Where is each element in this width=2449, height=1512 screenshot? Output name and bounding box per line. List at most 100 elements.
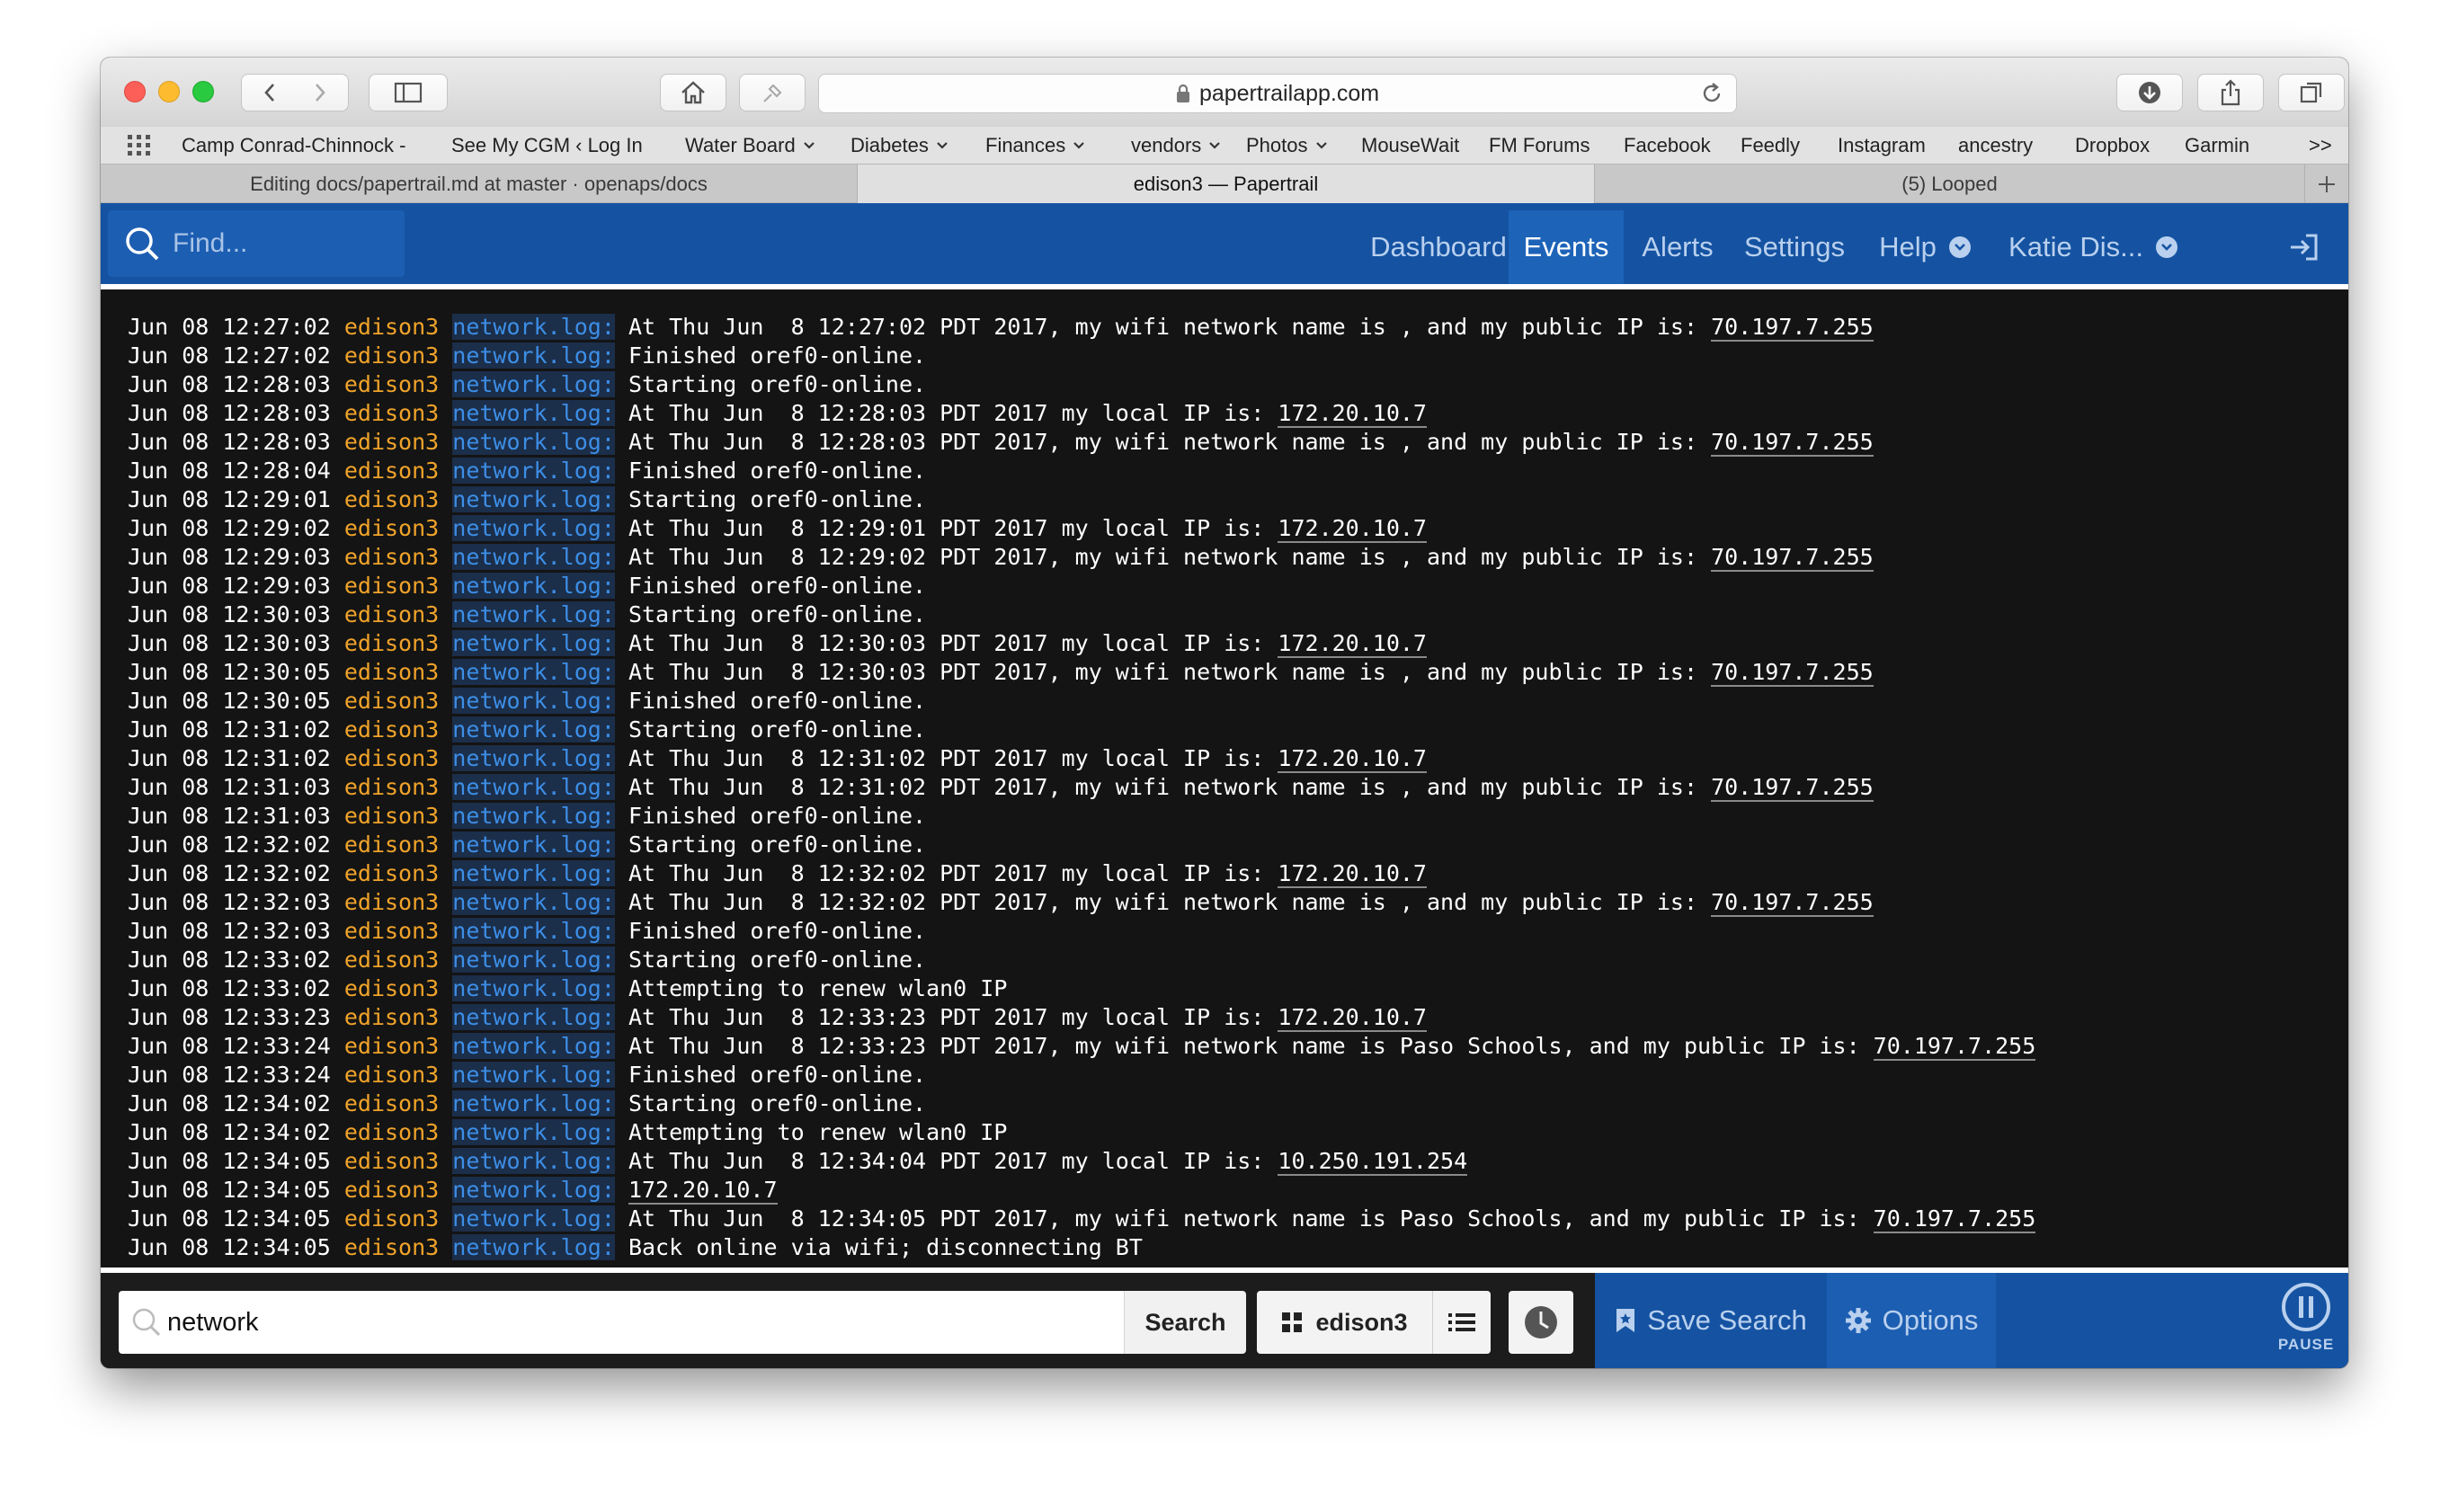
bookmark-folder[interactable]: Water Board: [685, 134, 815, 157]
bookmark-item[interactable]: Dropbox: [2075, 134, 2150, 157]
log-timestamp[interactable]: Jun 08 12:30:05: [128, 659, 331, 685]
bookmark-folder[interactable]: Finances: [985, 134, 1085, 157]
search-button[interactable]: Search: [1124, 1291, 1246, 1354]
log-program[interactable]: network.log:: [452, 1090, 615, 1116]
log-timestamp[interactable]: Jun 08 12:28:04: [128, 458, 331, 484]
search-input[interactable]: network: [119, 1291, 1124, 1354]
log-timestamp[interactable]: Jun 08 12:32:02: [128, 832, 331, 858]
log-host[interactable]: edison3: [344, 803, 439, 829]
log-host[interactable]: edison3: [344, 1033, 439, 1059]
sign-out-button[interactable]: [2276, 210, 2330, 284]
log-timestamp[interactable]: Jun 08 12:34:05: [128, 1205, 331, 1232]
log-host[interactable]: edison3: [344, 515, 439, 541]
ip-address-link[interactable]: 70.197.7.255: [1711, 314, 1874, 342]
log-program[interactable]: network.log:: [452, 371, 615, 397]
tab-looped[interactable]: (5) Looped: [1595, 165, 2305, 203]
tab-papertrail[interactable]: edison3 — Papertrail: [858, 165, 1595, 203]
log-host[interactable]: edison3: [344, 1177, 439, 1203]
log-timestamp[interactable]: Jun 08 12:33:02: [128, 975, 331, 1001]
bookmark-item[interactable]: See My CGM ‹ Log In: [451, 134, 643, 157]
log-timestamp[interactable]: Jun 08 12:31:03: [128, 803, 331, 829]
log-host[interactable]: edison3: [344, 371, 439, 397]
log-timestamp[interactable]: Jun 08 12:30:03: [128, 630, 331, 656]
log-program[interactable]: network.log:: [452, 1177, 615, 1203]
log-timestamp[interactable]: Jun 08 12:33:24: [128, 1062, 331, 1088]
bookmark-item[interactable]: FM Forums: [1489, 134, 1590, 157]
back-button[interactable]: [241, 74, 298, 111]
log-host[interactable]: edison3: [344, 947, 439, 973]
log-timestamp[interactable]: Jun 08 12:32:02: [128, 860, 331, 886]
log-timestamp[interactable]: Jun 08 12:33:23: [128, 1004, 331, 1030]
log-host[interactable]: edison3: [344, 716, 439, 743]
log-host[interactable]: edison3: [344, 832, 439, 858]
log-program[interactable]: network.log:: [452, 630, 615, 656]
log-timestamp[interactable]: Jun 08 12:29:01: [128, 486, 331, 512]
nav-events[interactable]: Events: [1509, 210, 1624, 284]
log-program[interactable]: network.log:: [452, 975, 615, 1001]
nav-alerts[interactable]: Alerts: [1624, 210, 1732, 284]
log-timestamp[interactable]: Jun 08 12:31:03: [128, 774, 331, 800]
ip-address-link[interactable]: 70.197.7.255: [1711, 429, 1874, 457]
log-program[interactable]: network.log:: [452, 515, 615, 541]
downloads-button[interactable]: [2116, 74, 2183, 111]
log-timestamp[interactable]: Jun 08 12:32:03: [128, 889, 331, 915]
ip-address-link[interactable]: 70.197.7.255: [1711, 774, 1874, 802]
log-program[interactable]: network.log:: [452, 400, 615, 426]
bookmark-folder[interactable]: Photos: [1246, 134, 1328, 157]
log-host[interactable]: edison3: [344, 1004, 439, 1030]
ip-address-link[interactable]: 70.197.7.255: [1873, 1033, 2036, 1061]
pin-button[interactable]: [739, 74, 806, 111]
tabs-overview-button[interactable]: [2278, 74, 2345, 111]
log-timestamp[interactable]: Jun 08 12:27:02: [128, 314, 331, 340]
system-list-button[interactable]: [1433, 1291, 1491, 1354]
log-host[interactable]: edison3: [344, 1148, 439, 1174]
log-timestamp[interactable]: Jun 08 12:34:05: [128, 1234, 331, 1260]
ip-address-link[interactable]: 70.197.7.255: [1711, 889, 1874, 917]
apps-grid-icon[interactable]: [126, 132, 155, 163]
log-host[interactable]: edison3: [344, 486, 439, 512]
bookmark-folder[interactable]: vendors: [1131, 134, 1221, 157]
log-host[interactable]: edison3: [344, 1062, 439, 1088]
ip-address-link[interactable]: 70.197.7.255: [1711, 659, 1874, 687]
log-timestamp[interactable]: Jun 08 12:31:02: [128, 745, 331, 771]
log-program[interactable]: network.log:: [452, 458, 615, 484]
log-program[interactable]: network.log:: [452, 659, 615, 685]
ip-address-link[interactable]: 10.250.191.254: [1278, 1148, 1468, 1176]
log-program[interactable]: network.log:: [452, 1148, 615, 1174]
log-host[interactable]: edison3: [344, 918, 439, 944]
log-program[interactable]: network.log:: [452, 544, 615, 570]
ip-address-link[interactable]: 172.20.10.7: [1278, 745, 1427, 773]
nav-settings[interactable]: Settings: [1732, 210, 1857, 284]
log-timestamp[interactable]: Jun 08 12:29:03: [128, 573, 331, 599]
ip-address-link[interactable]: 172.20.10.7: [628, 1177, 778, 1205]
address-bar[interactable]: papertrailapp.com: [818, 74, 1737, 113]
log-timestamp[interactable]: Jun 08 12:34:05: [128, 1148, 331, 1174]
time-seek-button[interactable]: [1509, 1291, 1573, 1354]
log-host[interactable]: edison3: [344, 1090, 439, 1116]
log-host[interactable]: edison3: [344, 458, 439, 484]
forward-button[interactable]: [291, 74, 349, 111]
log-host[interactable]: edison3: [344, 573, 439, 599]
log-program[interactable]: network.log:: [452, 1205, 615, 1232]
ip-address-link[interactable]: 172.20.10.7: [1278, 515, 1427, 543]
log-timestamp[interactable]: Jun 08 12:31:02: [128, 716, 331, 743]
log-host[interactable]: edison3: [344, 630, 439, 656]
options-button[interactable]: Options: [1827, 1273, 1996, 1368]
bookmark-folder[interactable]: Diabetes: [850, 134, 948, 157]
log-program[interactable]: network.log:: [452, 774, 615, 800]
log-host[interactable]: edison3: [344, 659, 439, 685]
bookmark-item[interactable]: Garmin: [2185, 134, 2249, 157]
ip-address-link[interactable]: 172.20.10.7: [1278, 630, 1427, 658]
ip-address-link[interactable]: 70.197.7.255: [1873, 1205, 2036, 1233]
log-program[interactable]: network.log:: [452, 342, 615, 369]
log-timestamp[interactable]: Jun 08 12:28:03: [128, 400, 331, 426]
log-timestamp[interactable]: Jun 08 12:32:03: [128, 918, 331, 944]
close-window-button[interactable]: [124, 81, 146, 102]
log-host[interactable]: edison3: [344, 889, 439, 915]
share-button[interactable]: [2197, 74, 2264, 111]
log-host[interactable]: edison3: [344, 342, 439, 369]
log-program[interactable]: network.log:: [452, 889, 615, 915]
log-host[interactable]: edison3: [344, 860, 439, 886]
new-tab-button[interactable]: [2305, 165, 2348, 203]
ip-address-link[interactable]: 172.20.10.7: [1278, 860, 1427, 888]
